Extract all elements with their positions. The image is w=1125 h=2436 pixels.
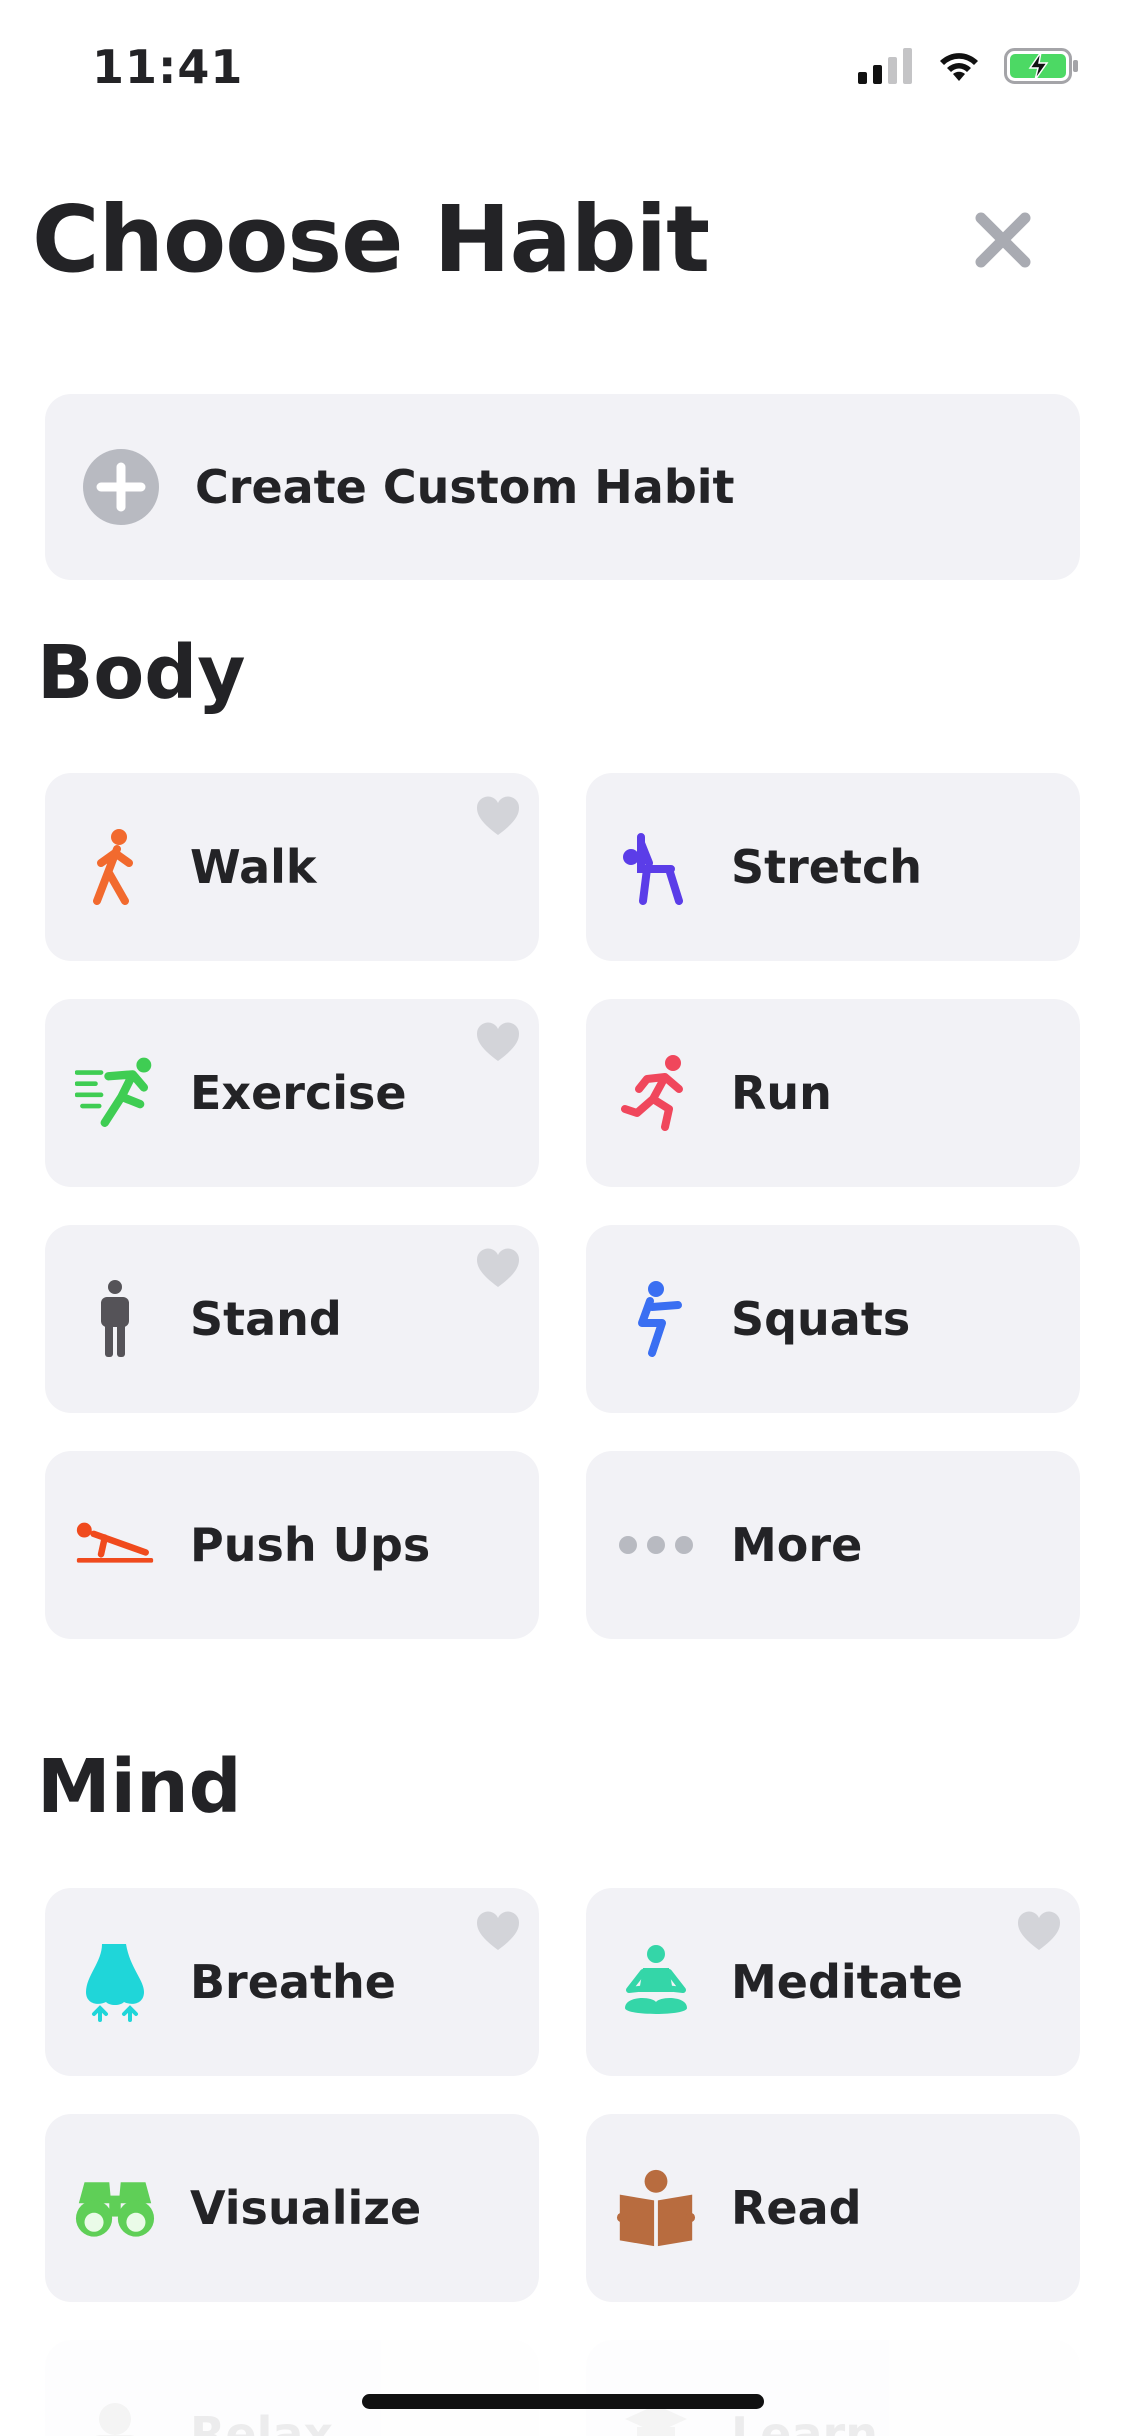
walk-icon [93,829,133,905]
run-icon [621,1055,683,1131]
heart-icon[interactable] [1016,1910,1062,1952]
habit-card-push-ups[interactable]: Push Ups [45,1451,539,1639]
habit-label: Learn [731,2407,878,2436]
page-title: Choose Habit [32,186,710,293]
habit-label: More [731,1518,863,1572]
section-title-body: Body [37,630,246,716]
section-title-mind: Mind [37,1744,242,1830]
habit-card-meditate[interactable]: Meditate [586,1888,1080,2076]
close-icon [975,212,1031,268]
habit-label: Exercise [190,1066,407,1120]
habit-card-breathe[interactable]: Breathe [45,1888,539,2076]
heart-icon[interactable] [475,795,521,837]
habit-label: Meditate [731,1955,963,2009]
heart-icon[interactable] [475,1247,521,1289]
battery-charging-icon [1004,48,1078,84]
body-habits-grid: Walk Stretch Exercise Run Stand Squats P… [45,773,1080,1639]
nose-icon [86,1944,144,2022]
habit-label: Run [731,1066,832,1120]
cellular-signal-icon [858,48,912,84]
habit-card-squats[interactable]: Squats [586,1225,1080,1413]
status-bar: 11:41 [0,0,1125,140]
habit-label: Squats [731,1292,911,1346]
habit-label: Read [731,2181,862,2235]
habit-card-walk[interactable]: Walk [45,773,539,961]
habit-card-stand[interactable]: Stand [45,1225,539,1413]
status-icons [858,48,1080,84]
home-indicator [362,2394,764,2409]
more-icon [619,1536,693,1554]
habit-label: Stand [190,1292,342,1346]
habit-card-relax[interactable]: Relax [45,2340,539,2436]
mind-habits-grid: Breathe Meditate Visualize Read Relax Le… [45,1888,1080,2436]
create-custom-habit-label: Create Custom Habit [195,460,735,514]
wifi-icon [940,53,978,81]
habit-card-run[interactable]: Run [586,999,1080,1187]
binoculars-icon [75,2182,155,2237]
status-time: 11:41 [92,40,244,94]
habit-card-more[interactable]: More [586,1451,1080,1639]
close-button[interactable] [968,205,1038,275]
book-icon [616,2169,696,2247]
habit-card-visualize[interactable]: Visualize [45,2114,539,2302]
habit-label: Breathe [190,1955,396,2009]
push-ups-icon [76,1522,154,1563]
stand-icon [101,1280,129,1357]
relax-icon [95,2403,135,2436]
habit-card-learn[interactable]: Learn [586,2340,1080,2436]
exercise-icon [75,1057,152,1127]
habit-label: Stretch [731,840,923,894]
habit-label: Push Ups [190,1518,431,1572]
habit-label: Relax [190,2407,334,2436]
choose-habit-screen: 11:41 Choose Habit Create Custom Habit B… [0,0,1125,2436]
squats-icon [638,1281,682,1357]
habit-card-exercise[interactable]: Exercise [45,999,539,1187]
create-custom-habit-button[interactable]: Create Custom Habit [45,394,1080,580]
plus-circle-icon [83,449,159,525]
meditate-icon [625,1945,687,2014]
stretch-icon [623,833,683,905]
habit-label: Walk [190,840,317,894]
heart-icon[interactable] [475,1910,521,1952]
habit-label: Visualize [190,2181,422,2235]
heart-icon[interactable] [475,1021,521,1063]
habit-card-stretch[interactable]: Stretch [586,773,1080,961]
habit-card-read[interactable]: Read [586,2114,1080,2302]
